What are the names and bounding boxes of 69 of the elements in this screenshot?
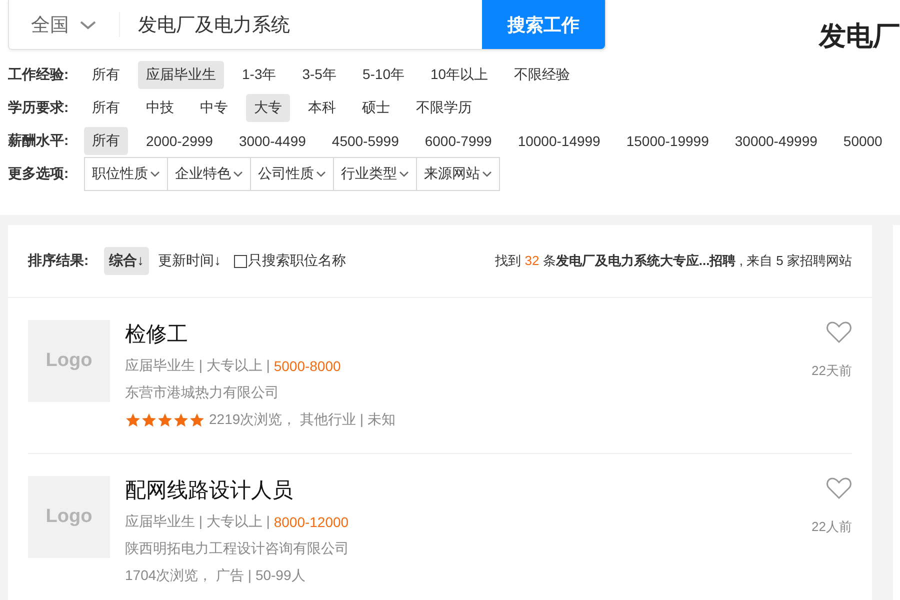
chevron-down-icon [482,170,492,178]
filter-label: 工作经验: [8,66,70,84]
filter-option[interactable]: 10000-14999 [510,128,608,154]
star-icon [157,412,173,428]
filter-dropdown[interactable]: 企业特色 [167,158,250,190]
company-logo: Logo [28,320,110,402]
job-title[interactable]: 配网线路设计人员 [125,476,812,504]
filter-option[interactable]: 所有 [84,126,128,154]
filter-option[interactable]: 5-10年 [354,60,412,88]
company-logo: Logo [28,476,110,558]
filter-label: 薪酬水平: [8,132,70,150]
region-dropdown[interactable]: 全国 [9,12,120,37]
filter-option[interactable]: 中专 [192,94,236,122]
heart-icon[interactable] [826,320,852,344]
filter-dropdown[interactable]: 公司性质 [250,158,333,190]
page-title: 发电厂 [819,20,900,53]
job-meta: 应届毕业生 | 大专以上 | [125,513,270,531]
chevron-down-icon [316,170,326,178]
chevron-down-icon [233,170,243,178]
result-summary: 找到 32 条发电厂及电力系统大专应...招聘 , 来自 5 家招聘网站 [495,252,852,270]
filter-option[interactable]: 15000-19999 [618,128,717,154]
company-name[interactable]: 陕西明拓电力工程设计咨询有限公司 [125,540,812,558]
chevron-down-icon [399,170,409,178]
filter-option[interactable]: 2000-2999 [138,128,221,154]
filter-option[interactable]: 所有 [84,94,128,122]
job-meta: 应届毕业生 | 大专以上 | [125,357,270,375]
salary: 5000-8000 [272,358,341,374]
search-bar[interactable]: 全国 发电厂及电力系统 搜索工作 [8,0,606,50]
filter-dropdown[interactable]: 行业类型 [333,158,416,190]
filter-label: 学历要求: [8,98,70,116]
title-only-checkbox[interactable]: 只搜索职位名称 [234,252,346,270]
star-icon [173,412,189,428]
salary: 8000-12000 [272,514,349,530]
sort-label: 排序结果: [28,252,90,270]
chevron-down-icon [79,18,97,30]
post-time: 22天前 [812,362,852,380]
filter-option[interactable]: 本科 [300,94,344,122]
job-stats: 1704次浏览， 广告 | 50-99人 [125,567,306,585]
filter-option[interactable]: 6000-7999 [416,128,500,154]
job-stats: 2219次浏览， 其他行业 | 未知 [209,411,396,429]
company-name[interactable]: 东营市港城热力有限公司 [125,384,812,402]
search-field[interactable]: 发电厂及电力系统 [120,0,482,49]
filter-option[interactable]: 1-3年 [234,60,284,88]
filter-option[interactable]: 中技 [138,94,182,122]
sort-option[interactable]: 综合↓ [104,247,149,275]
filter-dropdown[interactable]: 职位性质 [85,158,167,190]
filter-option[interactable]: 所有 [84,60,128,88]
search-button[interactable]: 搜索工作 [482,0,605,49]
filter-option[interactable]: 大专 [246,94,290,122]
filter-option[interactable]: 应届毕业生 [138,60,224,88]
filter-label: 更多选项: [8,164,70,182]
job-title[interactable]: 检修工 [125,320,812,348]
chevron-down-icon [150,170,160,178]
filter-option[interactable]: 硕士 [354,94,398,122]
star-icon [125,412,141,428]
star-icon [141,412,157,428]
filter-option[interactable]: 3000-4499 [230,128,314,154]
filter-option[interactable]: 50000 [835,128,890,154]
filter-option[interactable]: 不限学历 [408,94,480,122]
filter-option[interactable]: 不限经验 [506,60,578,88]
star-icon [189,412,205,428]
filter-option[interactable]: 30000-49999 [726,128,826,154]
post-time: 22人前 [812,518,852,536]
sort-option[interactable]: 更新时间↓ [153,247,226,275]
filter-option[interactable]: 3-5年 [294,60,344,88]
filter-dropdown[interactable]: 来源网站 [416,158,499,190]
filter-option[interactable]: 4500-5999 [324,128,407,154]
heart-icon[interactable] [826,476,852,500]
filter-option[interactable]: 10年以上 [422,60,496,88]
